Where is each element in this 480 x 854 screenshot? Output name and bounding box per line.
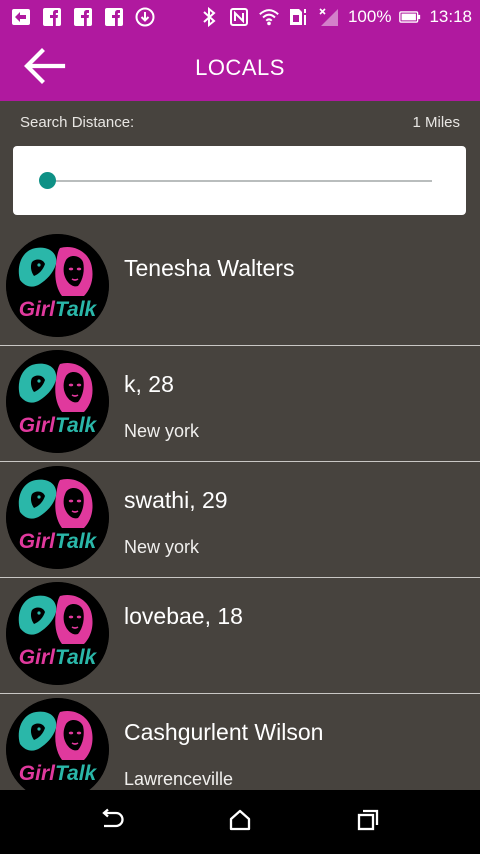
svg-text:GirlTalk: GirlTalk [19,414,98,437]
user-name: Cashgurlent Wilson [124,719,324,745]
download-icon [134,6,156,28]
svg-text:GirlTalk: GirlTalk [19,646,98,669]
list-item[interactable]: GirlTalk Tenesha Walters [0,230,480,346]
home-icon [228,808,252,837]
back-icon [99,808,125,837]
user-city: New york [124,537,200,557]
avatar: GirlTalk [6,698,109,801]
notification-icons [10,6,156,28]
clock: 13:18 [429,7,472,26]
sim-icon [288,6,310,28]
nav-back-button[interactable] [96,806,128,838]
distance-slider-thumb[interactable] [39,172,56,189]
facebook-icon [103,6,125,28]
nav-home-button[interactable] [224,806,256,838]
user-city: New york [124,421,200,441]
user-name: lovebae, 18 [124,603,243,629]
avatar: GirlTalk [6,582,109,685]
battery-icon [399,6,421,28]
system-icons: 100% 13:18 [198,6,472,28]
user-name: swathi, 29 [124,487,228,513]
distance-slider-card [13,146,466,215]
search-distance-value: 1 Miles [412,114,460,131]
svg-text:GirlTalk: GirlTalk [19,298,98,321]
battery-percent: 100% [347,7,392,26]
recents-icon [356,808,380,837]
list-item[interactable]: GirlTalk k, 28 New york [0,346,480,462]
user-city: Lawrenceville [124,769,234,789]
user-list: GirlTalk Tenesha Walters GirlTalk k, 28 … [0,230,480,810]
svg-text:GirlTalk: GirlTalk [19,762,98,785]
user-name: k, 28 [124,371,174,397]
arrow-left-icon [22,46,66,91]
search-distance-label: Search Distance: [20,114,135,131]
back-button[interactable] [18,46,70,90]
avatar: GirlTalk [6,466,109,569]
facebook-icon [72,6,94,28]
wifi-icon [258,6,280,28]
nav-recents-button[interactable] [352,806,384,838]
nfc-icon [228,6,250,28]
user-name: Tenesha Walters [124,255,295,281]
avatar: GirlTalk [6,234,109,337]
svg-text:GirlTalk: GirlTalk [19,530,98,553]
list-item[interactable]: GirlTalk lovebae, 18 [0,578,480,694]
gallery-icon [10,6,32,28]
distance-slider-track[interactable] [47,180,432,182]
bluetooth-icon [198,6,220,28]
avatar: GirlTalk [6,350,109,453]
status-bar: 100% 13:18 [0,0,480,34]
app-bar: LOCALS [0,34,480,101]
list-item[interactable]: GirlTalk swathi, 29 New york [0,462,480,578]
navigation-bar [0,790,480,854]
signal-icon [318,6,340,28]
facebook-icon [41,6,63,28]
page-title: LOCALS [195,55,285,80]
